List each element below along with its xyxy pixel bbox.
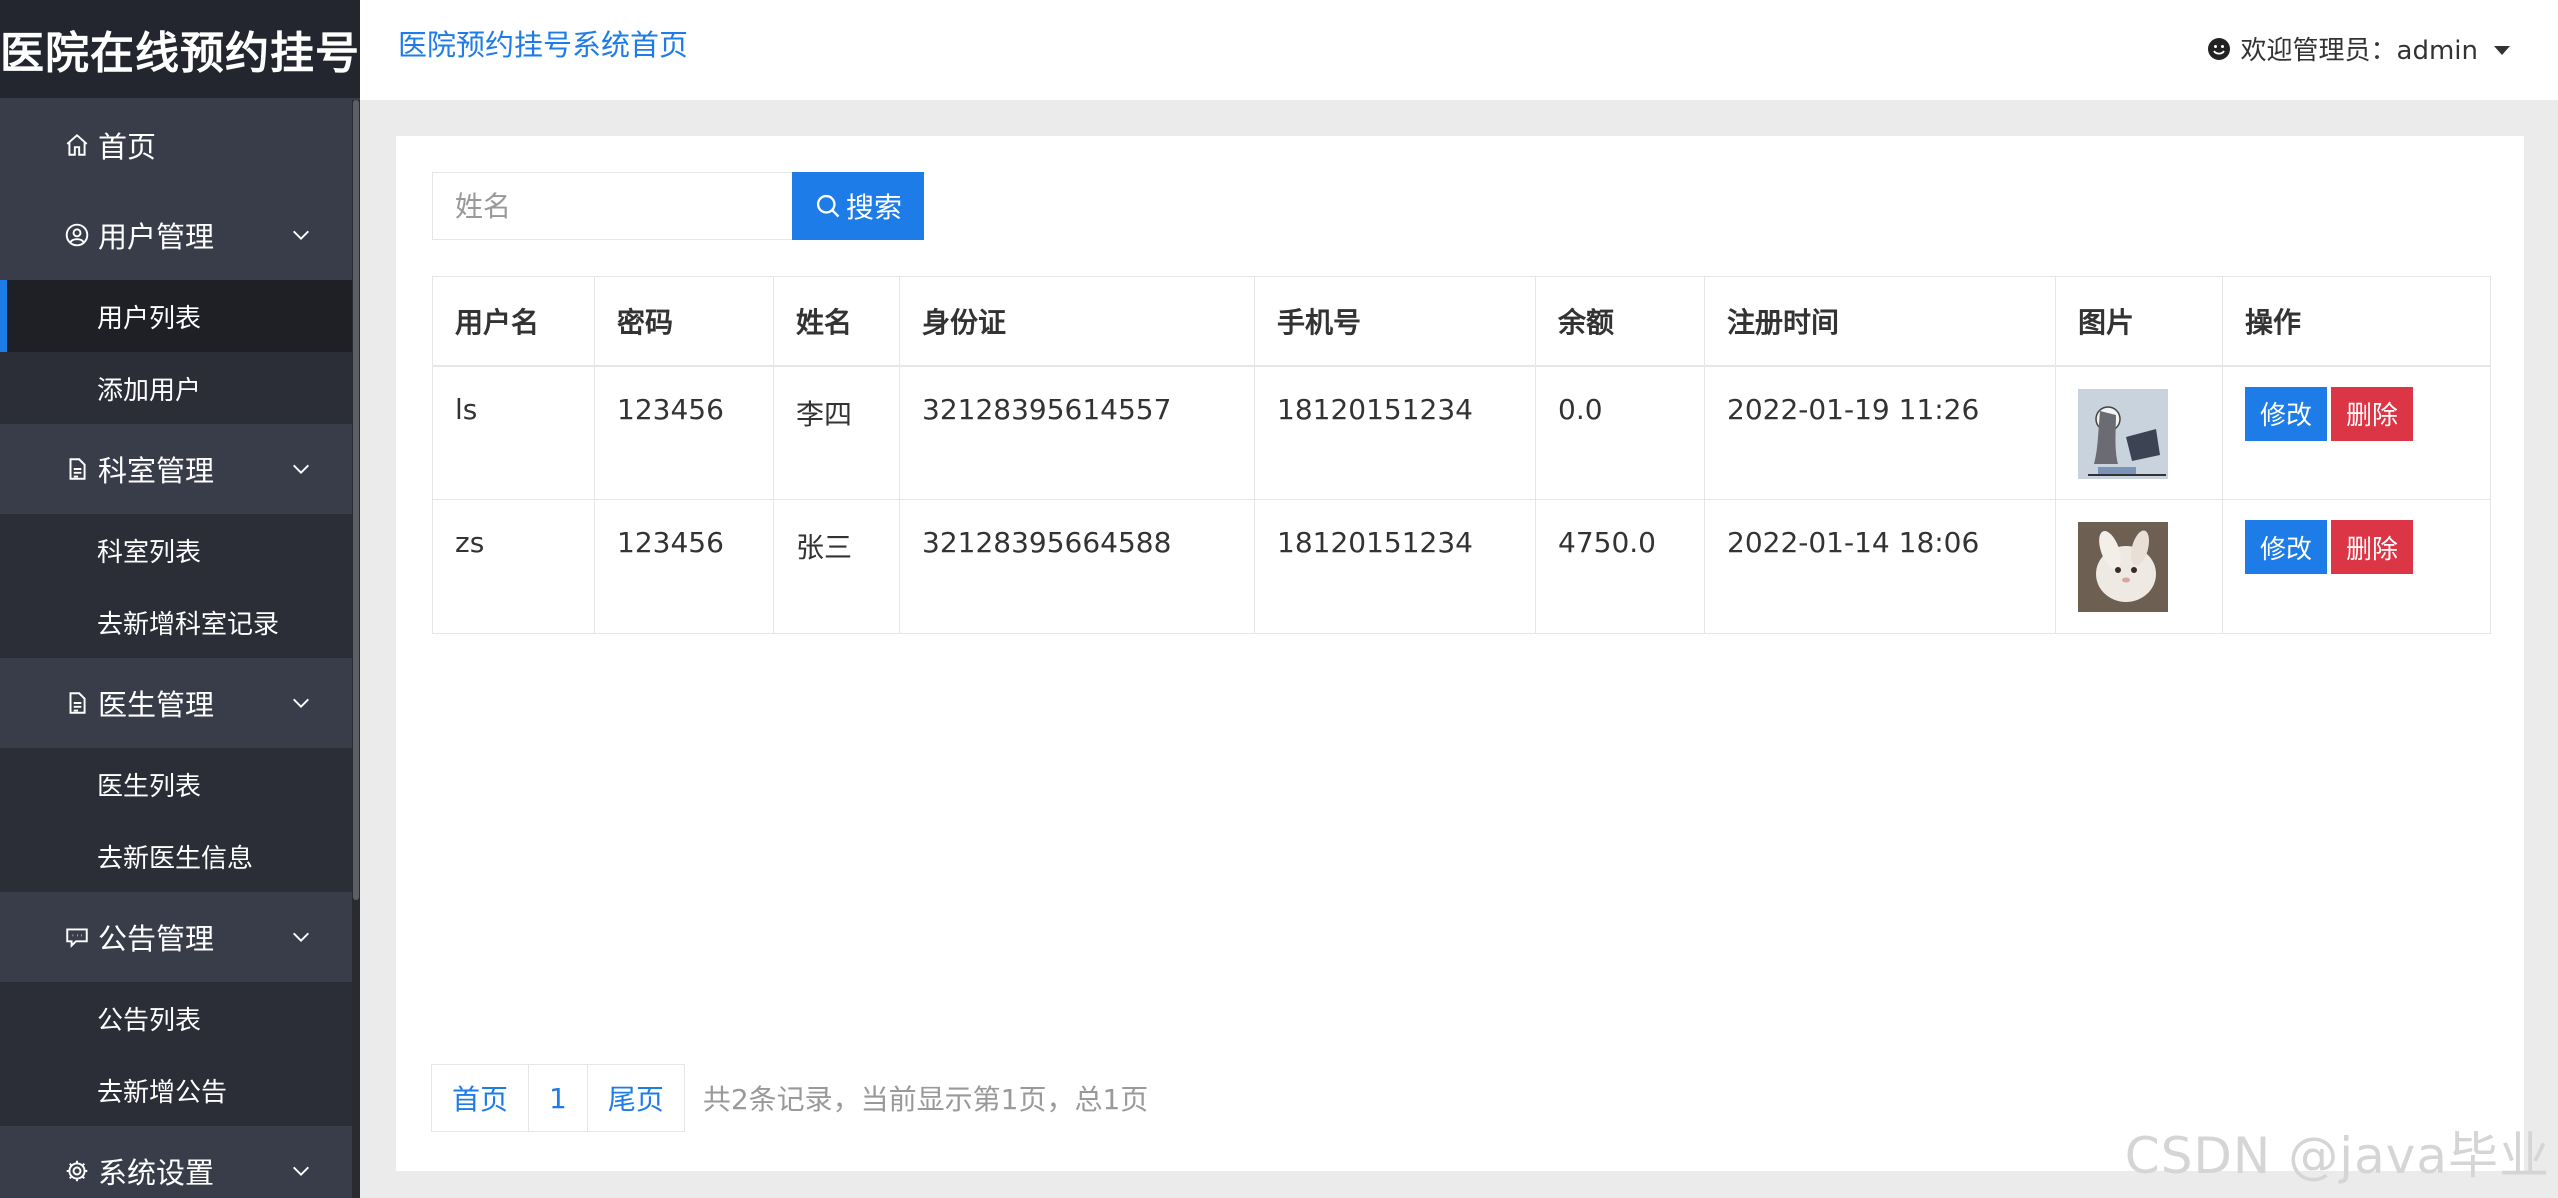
column-header: 用户名 — [432, 276, 595, 367]
user-menu[interactable]: 欢迎管理员：admin — [2207, 30, 2510, 67]
sidebar-group-users[interactable]: 用户管理 — [0, 190, 352, 280]
pagination-first[interactable]: 首页 — [431, 1064, 530, 1132]
sidebar-submenu-notices: 公告列表 去新增公告 — [0, 982, 352, 1126]
search-button-label: 搜索 — [845, 191, 902, 224]
cell-reg-time: 2022-01-14 18:06 — [1704, 499, 2056, 634]
sidebar-group-label: 公告管理 — [98, 922, 215, 956]
column-header: 注册时间 — [1704, 276, 2056, 367]
user-avatar-thumbnail — [2078, 388, 2168, 479]
column-header: 手机号 — [1254, 276, 1536, 367]
cell-password: 123456 — [594, 365, 774, 500]
sidebar-item-notice-list[interactable]: 公告列表 — [0, 982, 352, 1054]
sidebar-group-departments[interactable]: 科室管理 — [0, 424, 352, 514]
sidebar-item-add-notice[interactable]: 去新增公告 — [0, 1054, 352, 1126]
delete-button[interactable]: 删除 — [2331, 520, 2413, 574]
chevron-down-icon — [293, 230, 309, 240]
sidebar-item-label: 首页 — [98, 130, 157, 164]
welcome-text: 欢迎管理员：admin — [2240, 36, 2478, 66]
column-header: 余额 — [1535, 276, 1705, 367]
cell-image — [2055, 499, 2223, 634]
column-header: 图片 — [2055, 276, 2223, 367]
edit-button[interactable]: 修改 — [2245, 386, 2327, 441]
user-table: 用户名 密码 姓名 身份证 手机号 余额 注册时间 图片 操作 ls 12345… — [432, 276, 2491, 634]
cell-name: 张三 — [773, 499, 900, 634]
cell-phone: 18120151234 — [1254, 365, 1536, 500]
smile-icon — [2207, 37, 2230, 60]
chevron-down-icon — [293, 932, 309, 942]
column-header: 操作 — [2222, 276, 2491, 367]
content-card: 搜索 用户名 密码 姓名 身份证 手机号 余额 注册时间 图片 操作 ls 12… — [396, 136, 2524, 1171]
sidebar-item-department-list[interactable]: 科室列表 — [0, 514, 352, 586]
cell-username: zs — [432, 499, 595, 634]
sidebar-group-label: 医生管理 — [98, 688, 215, 722]
sidebar-group-notices[interactable]: 公告管理 — [0, 892, 352, 982]
sidebar: 医院在线预约挂号 首页 用户管理 用户列表 添加用户 科室管理 科室列表 去新增… — [0, 0, 360, 1198]
cell-balance: 0.0 — [1535, 365, 1705, 500]
edit-button[interactable]: 修改 — [2245, 520, 2327, 574]
document-icon — [62, 688, 92, 718]
pagination-info: 共2条记录，当前显示第1页，总1页 — [702, 1083, 1149, 1116]
sidebar-item-user-list[interactable]: 用户列表 — [0, 280, 352, 352]
chevron-down-icon — [293, 464, 309, 474]
sidebar-group-doctors[interactable]: 医生管理 — [0, 658, 352, 748]
sidebar-group-label: 用户管理 — [98, 220, 215, 254]
chevron-down-icon — [293, 1166, 309, 1176]
table-row: ls 123456 李四 32128395614557 18120151234 … — [432, 365, 2491, 500]
cell-id-card: 32128395664588 — [899, 499, 1255, 634]
cell-balance: 4750.0 — [1535, 499, 1705, 634]
table-row: zs 123456 张三 32128395664588 18120151234 … — [432, 499, 2491, 634]
column-header: 姓名 — [773, 276, 900, 367]
cell-reg-time: 2022-01-19 11:26 — [1704, 365, 2056, 500]
gear-icon — [62, 1156, 92, 1186]
sidebar-item-add-doctor[interactable]: 去新医生信息 — [0, 820, 352, 892]
pagination: 首页 1 尾页 共2条记录，当前显示第1页，总1页 — [431, 1064, 1149, 1132]
user-circle-icon — [62, 220, 92, 250]
sidebar-item-add-department[interactable]: 去新增科室记录 — [0, 586, 352, 658]
table-header-row: 用户名 密码 姓名 身份证 手机号 余额 注册时间 图片 操作 — [432, 276, 2491, 367]
sidebar-item-home[interactable]: 首页 — [0, 100, 352, 190]
sidebar-scrollbar-thumb[interactable] — [353, 100, 359, 900]
column-header: 身份证 — [899, 276, 1255, 367]
delete-button[interactable]: 删除 — [2331, 386, 2413, 441]
sidebar-submenu-doctors: 医生列表 去新医生信息 — [0, 748, 352, 892]
pagination-page[interactable]: 1 — [528, 1064, 588, 1132]
sidebar-menu: 首页 用户管理 用户列表 添加用户 科室管理 科室列表 去新增科室记录 医生管理… — [0, 100, 352, 1198]
sidebar-submenu-users: 用户列表 添加用户 — [0, 280, 352, 424]
cell-actions: 修改 删除 — [2222, 499, 2491, 634]
sidebar-group-settings[interactable]: 系统设置 — [0, 1126, 352, 1198]
sidebar-item-add-user[interactable]: 添加用户 — [0, 352, 352, 424]
sidebar-submenu-departments: 科室列表 去新增科室记录 — [0, 514, 352, 658]
caret-down-icon — [2494, 45, 2510, 55]
search-button[interactable]: 搜索 — [792, 172, 924, 240]
cell-image — [2055, 365, 2223, 500]
search-icon — [816, 194, 840, 218]
home-icon — [62, 130, 92, 160]
message-icon — [62, 922, 92, 952]
watermark: CSDN @java毕业 — [2124, 1127, 2550, 1185]
cell-password: 123456 — [594, 499, 774, 634]
sidebar-group-label: 系统设置 — [98, 1156, 215, 1190]
pagination-last[interactable]: 尾页 — [586, 1064, 685, 1132]
system-home-link[interactable]: 医院预约挂号系统首页 — [398, 22, 688, 64]
cell-username: ls — [432, 365, 595, 500]
cell-phone: 18120151234 — [1254, 499, 1536, 634]
sidebar-group-label: 科室管理 — [98, 454, 215, 488]
column-header: 密码 — [594, 276, 774, 367]
cell-name: 李四 — [773, 365, 900, 500]
app-brand: 医院在线预约挂号 — [0, 0, 360, 98]
cell-actions: 修改 删除 — [2222, 365, 2491, 500]
top-header: 医院预约挂号系统首页 欢迎管理员：admin — [360, 0, 2558, 100]
name-search-input[interactable] — [432, 172, 794, 240]
chevron-down-icon — [293, 698, 309, 708]
cell-id-card: 32128395614557 — [899, 365, 1255, 500]
sidebar-item-doctor-list[interactable]: 医生列表 — [0, 748, 352, 820]
document-icon — [62, 454, 92, 484]
user-avatar-thumbnail — [2078, 522, 2168, 612]
